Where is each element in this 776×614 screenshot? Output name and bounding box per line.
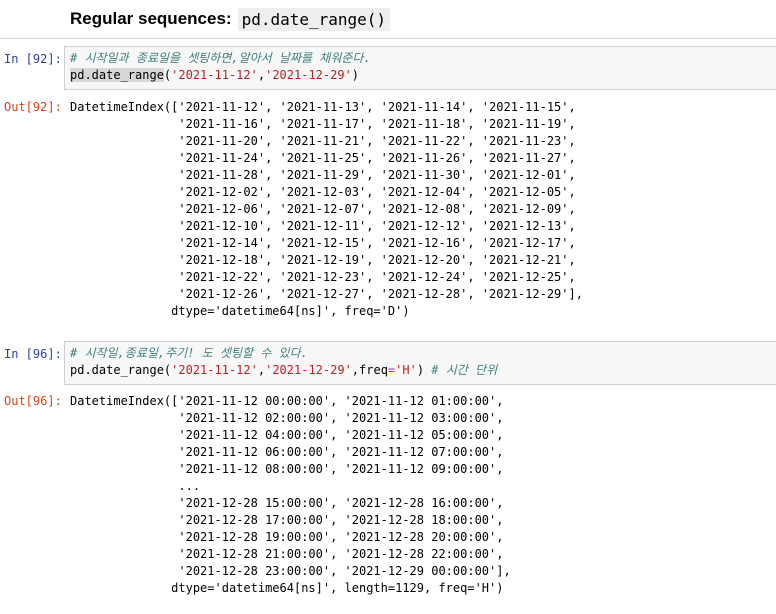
code-kw: ,freq xyxy=(351,363,388,377)
code-cell-92[interactable]: # 시작일과 종료일을 셋팅하면,알아서 날짜를 채워준다. pd.date_r… xyxy=(64,46,776,90)
code-sep: , xyxy=(257,363,266,377)
heading-code: pd.date_range() xyxy=(237,7,391,31)
in-prompt-92: In [92]: xyxy=(4,52,62,66)
code-sep: , xyxy=(257,68,266,82)
code-arg-end: '2021-12-29' xyxy=(265,68,352,82)
code-arg-start: '2021-11-12' xyxy=(171,363,258,377)
divider xyxy=(0,38,776,39)
heading-label: Regular sequences: xyxy=(70,9,232,28)
code-comment: # 시작일,종료일,주기! 도 셋팅할 수 있다. xyxy=(70,346,308,360)
code-paren: ) xyxy=(351,68,360,82)
code-arg-end: '2021-12-29' xyxy=(265,363,352,377)
out-prompt-96: Out[96]: xyxy=(4,394,62,408)
code-comment: # 시작일과 종료일을 셋팅하면,알아서 날짜를 채워준다. xyxy=(70,51,371,65)
code-arg-freq: 'H' xyxy=(395,363,417,377)
code-paren: ) xyxy=(416,363,432,377)
out-prompt-92: Out[92]: xyxy=(4,100,62,114)
in-prompt-96: In [96]: xyxy=(4,347,62,361)
section-heading: Regular sequences: pd.date_range() xyxy=(70,4,391,34)
code-function: pd.date_range xyxy=(70,68,164,82)
code-function: pd.date_range( xyxy=(70,363,172,377)
code-cell-96[interactable]: # 시작일,종료일,주기! 도 셋팅할 수 있다. pd.date_range(… xyxy=(64,341,776,385)
output-92: DatetimeIndex(['2021-11-12', '2021-11-13… xyxy=(70,100,583,318)
output-96: DatetimeIndex(['2021-11-12 00:00:00', '2… xyxy=(70,394,511,595)
code-comment-2: # 시간 단위 xyxy=(431,363,498,377)
code-arg-start: '2021-11-12' xyxy=(171,68,258,82)
